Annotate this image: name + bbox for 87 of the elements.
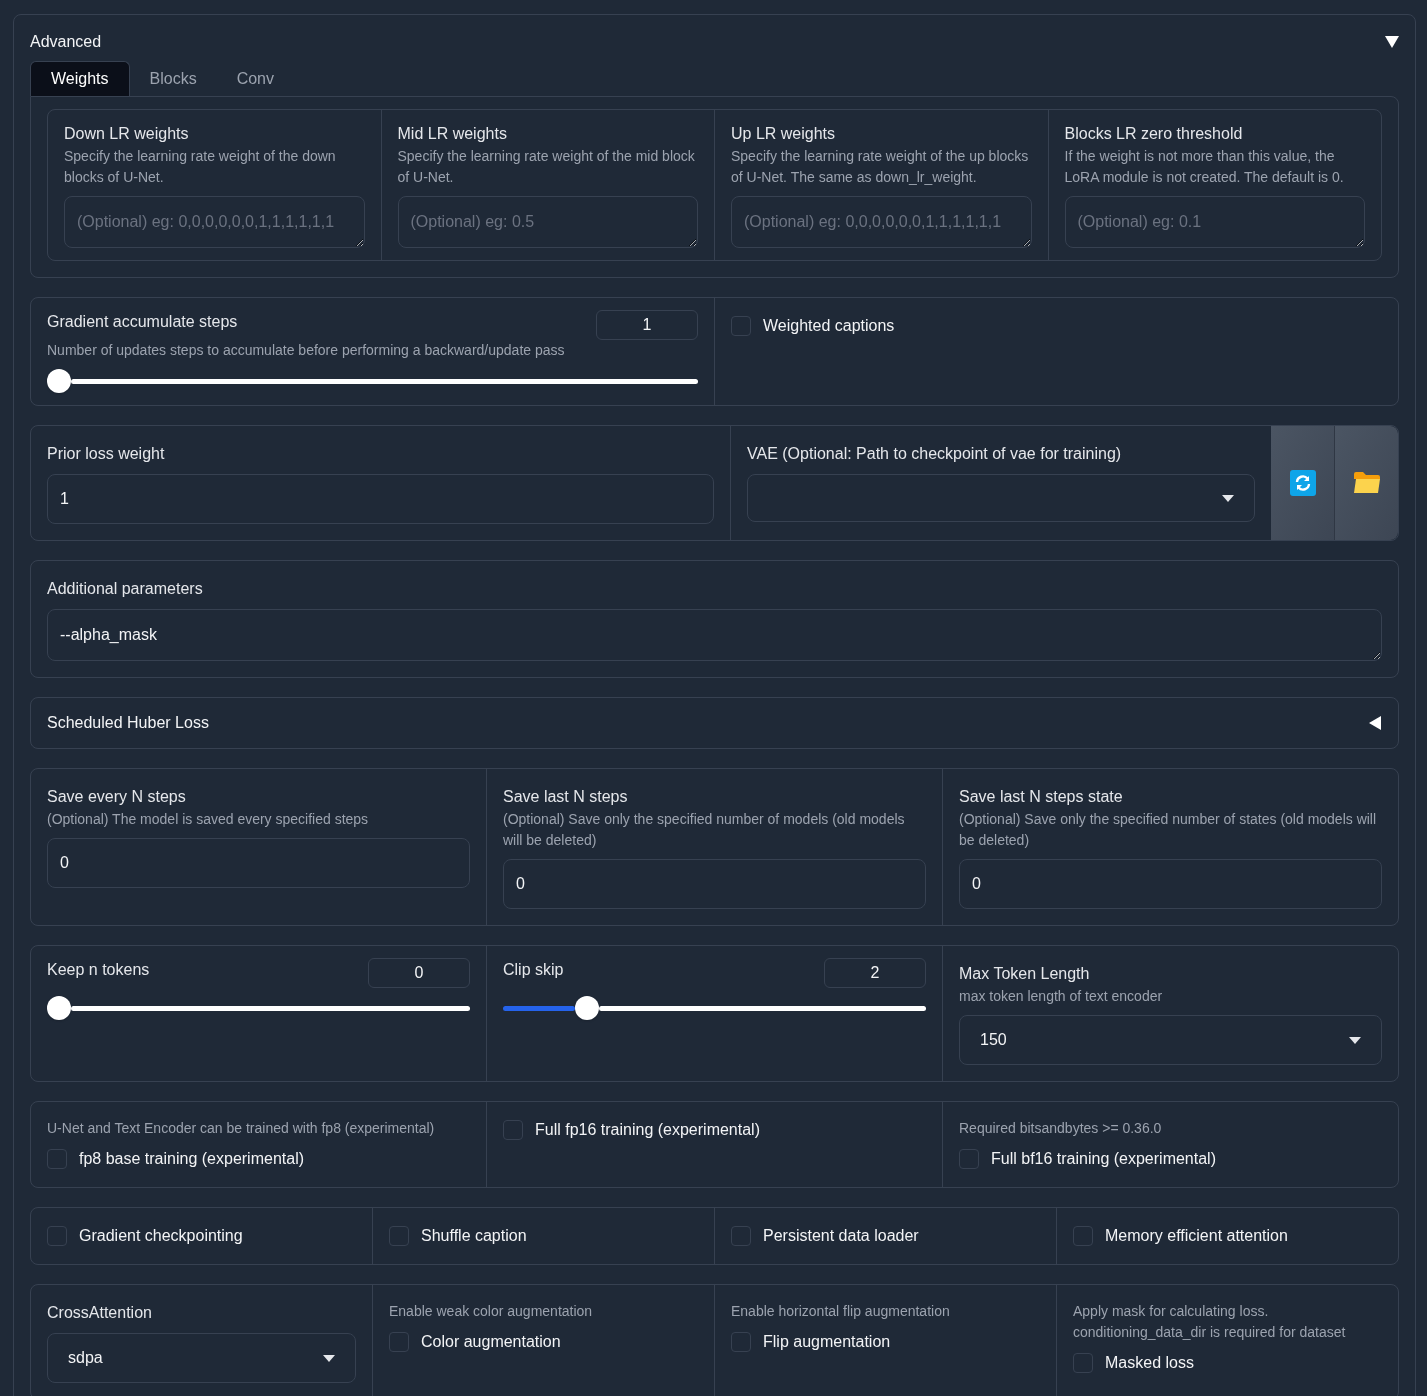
slider-thumb[interactable] <box>47 369 71 393</box>
field-info: If the weight is not more than this value, the LoRA module is not created. The default is 0. <box>1064 147 1345 187</box>
checkbox[interactable] <box>731 1332 751 1352</box>
checkbox-label: Color augmentation <box>421 1332 561 1352</box>
field-label: CrossAttention <box>47 1303 153 1323</box>
checkbox[interactable] <box>389 1226 409 1246</box>
field-info: U-Net and Text Encoder can be trained with fp8 (experimental) <box>47 1119 436 1138</box>
field-info: Required bitsandbytes >= 0.36.0 <box>959 1119 1163 1138</box>
field-label: Additional parameters <box>47 579 204 599</box>
folder-icon <box>1352 471 1381 495</box>
checkbox[interactable] <box>389 1332 409 1352</box>
field-info: Specify the learning rate weight of the up blocks of U-Net. The same as down_lr_weight. <box>731 147 1030 187</box>
field-label: Prior loss weight <box>47 444 166 464</box>
checkbox-label: Weighted captions <box>763 316 895 336</box>
text-area[interactable]: (Optional) eg: 0,0,0,0,0,0,1,1,1,1,1,1 <box>64 196 365 248</box>
slider[interactable] <box>47 996 470 1020</box>
dropdown[interactable]: 150 <box>959 1015 1382 1065</box>
checkbox[interactable] <box>47 1226 67 1246</box>
field-info: Number of updates steps to accumulate before performing a backward/update pass <box>47 341 566 360</box>
field-label: Keep n tokens <box>47 960 150 980</box>
text-field[interactable]: 0 <box>47 838 470 888</box>
caret-icon[interactable] <box>1385 35 1399 49</box>
refresh-icon <box>1289 470 1316 496</box>
checkbox-label: Full fp16 training (experimental) <box>535 1120 760 1140</box>
section-title: Scheduled Huber Loss <box>47 713 209 733</box>
field-label: Mid LR weights <box>397 124 508 144</box>
field-info: (Optional) Save only the specified number of models (old models will be deleted) <box>503 810 906 850</box>
field-label: Up LR weights <box>731 124 837 144</box>
text-field[interactable]: 1 <box>47 474 714 524</box>
slider[interactable] <box>47 369 698 393</box>
number-field[interactable]: 0 <box>368 958 470 988</box>
checkbox-label: fp8 base training (experimental) <box>79 1149 304 1169</box>
folder-button[interactable] <box>1335 426 1398 540</box>
text-field[interactable]: 0 <box>503 859 926 909</box>
field-info: max token length of text encoder <box>959 987 1164 1006</box>
text-field[interactable]: 0 <box>959 859 1382 909</box>
checkbox-label: Gradient checkpointing <box>79 1226 243 1246</box>
checkbox-label: Full bf16 training (experimental) <box>991 1149 1216 1169</box>
tab[interactable]: Blocks <box>129 61 217 96</box>
dropdown[interactable] <box>747 474 1255 522</box>
field-label: VAE (Optional: Path to checkpoint of vae for training) <box>747 444 1123 464</box>
tab[interactable]: Weights <box>30 61 130 96</box>
field-label: Save last N steps state <box>959 787 1124 807</box>
section-title: Advanced <box>30 32 102 52</box>
field-info: Enable weak color augmentation <box>389 1302 594 1321</box>
checkbox[interactable] <box>731 316 751 336</box>
checkbox-label: Shuffle caption <box>421 1226 527 1246</box>
caret-icon <box>1222 494 1234 502</box>
text-area[interactable]: (Optional) eg: 0,0,0,0,0,0,1,1,1,1,1,1 <box>731 196 1032 248</box>
field-label: Save last N steps <box>503 787 629 807</box>
checkbox[interactable] <box>959 1149 979 1169</box>
caret-icon <box>1349 1036 1361 1044</box>
field-label: Clip skip <box>503 960 564 980</box>
caret-icon[interactable] <box>1368 716 1382 730</box>
caret-icon <box>323 1354 335 1362</box>
checkbox[interactable] <box>503 1120 523 1140</box>
field-info: Specify the learning rate weight of the mid block of U-Net. <box>397 147 696 187</box>
text-area[interactable]: (Optional) eg: 0.1 <box>1064 196 1365 248</box>
checkbox-label: Masked loss <box>1105 1353 1194 1373</box>
checkbox-label: Persistent data loader <box>763 1226 919 1246</box>
field-info: Apply mask for calculating loss. conditioning_data_dir is required for dataset <box>1073 1302 1347 1342</box>
tab[interactable]: Conv <box>216 61 294 96</box>
slider-thumb[interactable] <box>574 996 599 1020</box>
text-area[interactable]: --alpha_mask <box>47 609 1382 661</box>
field-label: Gradient accumulate steps <box>47 312 238 332</box>
field-label: Down LR weights <box>64 124 190 144</box>
slider[interactable] <box>503 996 926 1020</box>
checkbox-label: Flip augmentation <box>763 1332 891 1352</box>
collapsed-section[interactable]: Scheduled Huber Loss <box>30 697 1399 749</box>
field-label: Max Token Length <box>959 964 1091 984</box>
checkbox-label: Memory efficient attention <box>1105 1226 1288 1246</box>
field-info: Specify the learning rate weight of the down blocks of U-Net. <box>64 147 337 187</box>
checkbox[interactable] <box>1073 1353 1093 1373</box>
checkbox[interactable] <box>47 1149 67 1169</box>
field-info: Enable horizontal flip augmentation <box>731 1302 951 1321</box>
refresh-button[interactable] <box>1271 426 1335 540</box>
checkbox[interactable] <box>731 1226 751 1246</box>
field-info: (Optional) The model is saved every specified steps <box>47 810 370 829</box>
field-label: Blocks LR zero threshold <box>1064 124 1244 144</box>
number-field[interactable]: 1 <box>596 310 698 340</box>
slider-thumb[interactable] <box>47 996 71 1020</box>
text-area[interactable]: (Optional) eg: 0.5 <box>397 196 698 248</box>
checkbox[interactable] <box>1073 1226 1093 1246</box>
field-info: (Optional) Save only the specified number of states (old models will be deleted) <box>959 810 1378 850</box>
field-label: Save every N steps <box>47 787 187 807</box>
number-field[interactable]: 2 <box>824 958 926 988</box>
dropdown[interactable]: sdpa <box>47 1333 356 1383</box>
